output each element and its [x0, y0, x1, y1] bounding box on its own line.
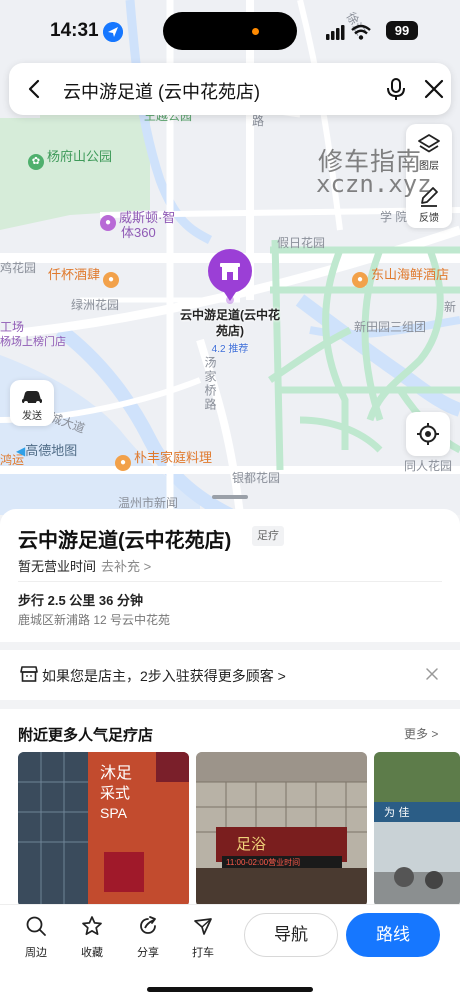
map-label-dongshan[interactable]: ● 东山海鲜酒店 — [352, 264, 449, 288]
crosshair-icon — [417, 423, 439, 445]
restaurant-icon: ● — [115, 455, 131, 471]
walking-distance: 步行 2.5 公里 36 分钟 — [18, 593, 143, 608]
locate-me-button[interactable] — [406, 412, 450, 456]
shop-photo-2: 足浴 11:00-02:00营业时间 — [196, 752, 367, 907]
poi-pin-icon[interactable] — [206, 249, 254, 301]
photo-sign-text: 为 佳 — [384, 805, 410, 819]
tab-taxi[interactable]: 打车 — [183, 915, 223, 960]
fitness-icon: ● — [100, 215, 116, 231]
add-hours-link[interactable]: 去补充 > — [101, 556, 151, 575]
map-label-qianhuan[interactable]: 仟杯酒肆 ● — [48, 264, 122, 288]
amap-logo: ◀高德地图 — [16, 443, 78, 458]
send-to-car-button[interactable]: 发送 — [10, 380, 54, 426]
poi-name: 云中游足道(云中花苑店) — [18, 530, 232, 552]
nearby-shop-photo[interactable]: 沐足 采式 SPA — [18, 752, 189, 907]
restaurant-icon: ● — [103, 272, 120, 288]
tab-nearby[interactable]: 周边 — [16, 915, 56, 960]
tab-favorite[interactable]: 收藏 — [72, 915, 112, 960]
map-label-tangjia-road[interactable]: 汤家桥路 — [202, 356, 219, 412]
star-icon — [82, 916, 102, 936]
business-hours: 暂无营业时间 — [18, 559, 97, 574]
nearby-section: 附近更多人气足疗店 更多 > 沐足 采式 SPA 足浴 11:00-02:00营… — [0, 709, 460, 909]
map-label-xueyuan[interactable]: 学 院 — [380, 208, 407, 225]
send-label: 发送 — [22, 411, 42, 422]
map-label-yindu[interactable]: 银都花园 — [232, 469, 280, 486]
shop-photo-1: 沐足 采式 SPA — [18, 752, 189, 907]
shop-photo-3: 为 佳 — [374, 752, 460, 907]
signal-wifi-icon — [326, 24, 371, 40]
photo-sign-text: 采式 — [100, 784, 130, 802]
taxi-icon — [194, 918, 212, 935]
map-label-lvzhou[interactable]: 绿洲花园 — [71, 296, 119, 313]
location-arrow-icon — [103, 22, 123, 42]
poi-category-tag: 足疗 — [252, 526, 284, 546]
photo-led-text: 11:00-02:00营业时间 — [226, 857, 300, 867]
poi-detail-card[interactable]: 云中游足道(云中花苑店) 足疗 暂无营业时间 去补充 > 步行 2.5 公里 3… — [0, 509, 460, 642]
tab-label: 周边 — [25, 947, 47, 959]
map-label-wellington-2: 体360 — [121, 225, 156, 240]
back-arrow-icon[interactable] — [23, 77, 47, 101]
map-view[interactable]: ✿ 杨府山公园 王越公园 鸡花园 ● 威斯顿·智 体360 假日花园 学 院 仟杯酒… — [0, 0, 460, 515]
photo-sign-text: 足浴 — [236, 835, 266, 853]
watermark-url: xczn.xyz — [316, 170, 432, 198]
battery-indicator: 99 — [386, 21, 418, 40]
photo-sign-text: SPA — [100, 805, 128, 821]
map-label-xinhua: 新 — [444, 300, 457, 314]
nearby-shop-photo[interactable]: 为 佳 — [374, 752, 460, 907]
pin-title[interactable]: 云中游足道(云中花苑店) — [180, 307, 280, 339]
photo-sign-text: 沐足 — [100, 763, 132, 782]
nearby-shop-photo[interactable]: 足浴 11:00-02:00营业时间 — [196, 752, 367, 907]
status-bar: 14:31 99 — [0, 0, 460, 54]
microphone-icon[interactable] — [385, 77, 407, 101]
close-icon[interactable] — [425, 667, 439, 681]
owner-banner[interactable]: 如果您是店主，2步入驻获得更多顾客 > — [0, 650, 460, 700]
map-label-xintian[interactable]: 新田园三组团 — [354, 318, 426, 335]
tab-share[interactable]: 分享 — [128, 915, 168, 960]
map-label-shangbang: 杨场上榜门店 — [0, 336, 66, 348]
amap-logo-icon: ◀ — [16, 444, 26, 458]
sheet-drag-handle[interactable] — [212, 495, 248, 499]
search-icon — [26, 916, 46, 936]
close-icon[interactable] — [423, 78, 445, 100]
poi-address: 鹿城区新浦路 12 号云中花苑 — [18, 613, 171, 627]
route-button[interactable]: 路线 — [346, 913, 440, 957]
map-label-park[interactable]: ✿ 杨府山公园 — [28, 146, 112, 170]
shop-icon — [20, 666, 38, 682]
map-label-top-cut[interactable]: 鸡花园 — [0, 259, 36, 276]
tab-label: 分享 — [137, 947, 159, 959]
map-label-tongren[interactable]: 同人花园 — [404, 457, 452, 474]
nearby-more-link[interactable]: 更多 > — [404, 725, 438, 742]
feedback-label: 反馈 — [419, 213, 439, 224]
divider — [18, 581, 442, 582]
status-time: 14:31 — [50, 20, 99, 41]
pin-rating: 4.2 推荐 — [211, 344, 249, 355]
bottom-action-bar: 周边 收藏 分享 打车 导航 路线 — [0, 904, 460, 1000]
restaurant-icon: ● — [352, 272, 368, 288]
navigate-button[interactable]: 导航 — [244, 913, 338, 957]
dynamic-island — [163, 12, 297, 50]
nearby-title: 附近更多人气足疗店 — [18, 727, 154, 744]
recording-dot — [252, 28, 259, 35]
tab-label: 打车 — [192, 947, 214, 959]
search-bar[interactable]: 云中游足道 (云中花苑店) — [9, 63, 451, 115]
park-icon: ✿ — [28, 154, 44, 170]
tab-label: 收藏 — [81, 947, 103, 959]
home-indicator[interactable] — [147, 987, 313, 992]
search-query-text[interactable]: 云中游足道 (云中花苑店) — [63, 78, 260, 104]
share-icon — [140, 916, 156, 934]
map-label-puwen[interactable]: ● 朴丰家庭料理 — [115, 447, 212, 471]
map-label-jiari-garden[interactable]: 假日花园 — [277, 234, 325, 251]
owner-banner-text[interactable]: 如果您是店主，2步入驻获得更多顾客 > — [42, 666, 286, 686]
car-icon — [22, 391, 42, 405]
